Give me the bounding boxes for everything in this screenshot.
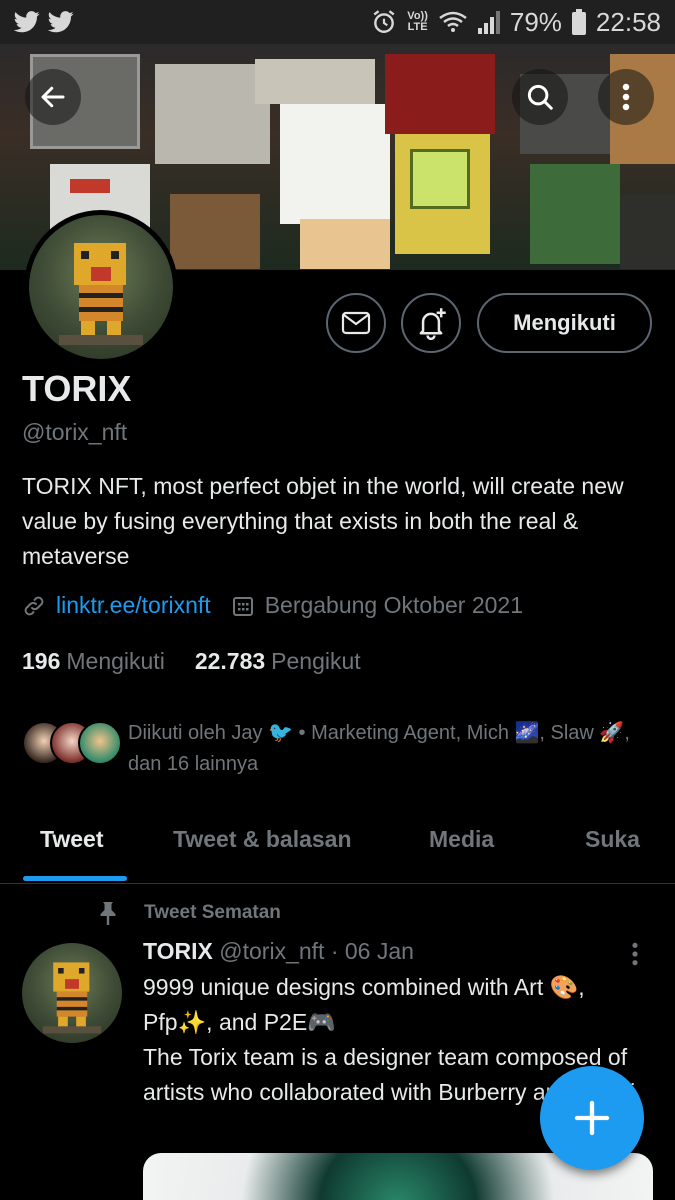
profile-bio: TORIX NFT, most perfect objet in the wor… xyxy=(22,473,624,569)
vertical-dots-icon xyxy=(632,942,638,966)
profile-tabs: Tweet Tweet & balasan Media Suka xyxy=(0,806,675,884)
twitter-notification-icon xyxy=(48,11,74,33)
volte-indicator: Vo)) LTE xyxy=(407,10,428,33)
bell-plus-icon xyxy=(419,308,446,340)
clock: 22:58 xyxy=(595,6,661,37)
back-button[interactable] xyxy=(25,69,81,125)
battery-icon xyxy=(571,9,586,35)
tweet-meta: @torix_nft · 06 Jan xyxy=(219,938,414,964)
tiger-avatar-image xyxy=(59,243,143,345)
following-button[interactable]: Mengikuti xyxy=(477,293,652,353)
profile-meta: linktr.ee/torixnft Bergabung Oktober 202… xyxy=(22,592,523,619)
battery-percent: 79% xyxy=(509,6,562,37)
follow-stats: 196 Mengikuti 22.783 Pengikut xyxy=(22,648,361,675)
message-button[interactable] xyxy=(326,293,386,353)
join-date: Bergabung Oktober 2021 xyxy=(264,592,523,618)
followed-by[interactable]: Diikuti oleh Jay 🐦 • Marketing Agent, Mi… xyxy=(22,718,648,780)
profile-link[interactable]: linktr.ee/torixnft xyxy=(56,592,211,619)
envelope-icon xyxy=(341,311,371,335)
active-tab-indicator xyxy=(23,876,127,881)
followers-stat[interactable]: 22.783 Pengikut xyxy=(195,648,361,675)
profile-name: TORIX xyxy=(22,368,132,409)
alarm-icon xyxy=(373,10,395,33)
tab-likes[interactable]: Suka xyxy=(585,826,640,853)
tweet-author-name[interactable]: TORIX xyxy=(143,938,213,964)
tweet-more-button[interactable] xyxy=(630,941,640,972)
notifications-button[interactable] xyxy=(401,293,461,353)
profile-avatar[interactable] xyxy=(24,210,178,364)
tab-tweets-and-replies[interactable]: Tweet & balasan xyxy=(173,826,352,853)
plus-icon xyxy=(574,1100,610,1136)
compose-tweet-button[interactable] xyxy=(540,1066,644,1170)
signal-icon xyxy=(477,11,500,34)
follower-avatars xyxy=(22,718,122,766)
profile-handle: @torix_nft xyxy=(22,419,128,445)
avatar xyxy=(78,721,122,765)
pin-icon xyxy=(100,902,116,925)
tweet-header: TORIX @torix_nft · 06 Jan xyxy=(143,938,414,965)
tab-tweets[interactable]: Tweet xyxy=(40,826,103,853)
search-icon xyxy=(527,84,553,110)
back-arrow-icon xyxy=(41,86,65,108)
wifi-icon xyxy=(439,11,467,32)
vertical-dots-icon xyxy=(622,83,630,111)
tiger-avatar-image xyxy=(42,962,102,1034)
tweet-author-avatar[interactable] xyxy=(22,943,122,1043)
more-options-button[interactable] xyxy=(598,69,654,125)
twitter-notification-icon xyxy=(14,11,40,33)
calendar-icon xyxy=(232,596,253,616)
pinned-indicator: Tweet Sematan xyxy=(96,900,281,926)
link-icon xyxy=(24,596,44,615)
tab-media[interactable]: Media xyxy=(429,826,494,853)
following-stat[interactable]: 196 Mengikuti xyxy=(22,648,165,675)
search-button[interactable] xyxy=(512,69,568,125)
status-bar: Vo)) LTE 79% 22:58 xyxy=(0,0,675,44)
followed-by-text: Diikuti oleh Jay 🐦 • Marketing Agent, Mi… xyxy=(128,722,630,775)
